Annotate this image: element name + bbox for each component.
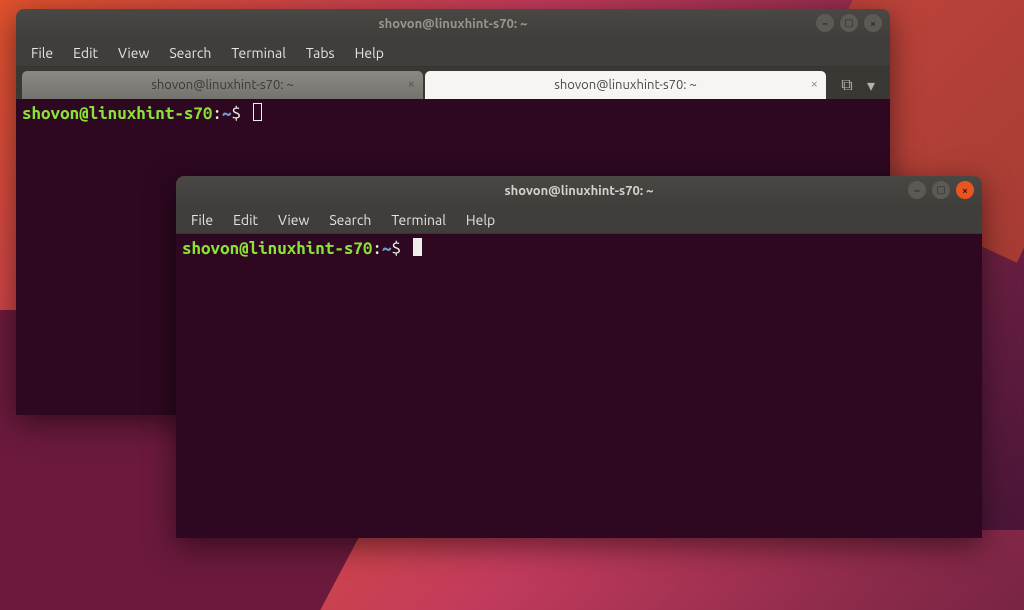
close-icon[interactable]: ×	[408, 77, 415, 91]
menu-tabs[interactable]: Tabs	[297, 41, 344, 65]
prompt-symbol: $	[231, 104, 241, 123]
window-title: shovon@linuxhint-s70: ~	[379, 17, 528, 31]
maximize-button[interactable]: ▢	[840, 14, 858, 32]
menu-help[interactable]: Help	[457, 208, 504, 232]
tab-label: shovon@linuxhint-s70: ~	[151, 78, 294, 92]
new-tab-icon[interactable]: ⧉	[836, 74, 858, 96]
window-controls: – ▢ ×	[908, 181, 974, 199]
menu-file[interactable]: File	[22, 41, 62, 65]
close-button[interactable]: ×	[864, 14, 882, 32]
prompt-symbol: $	[391, 239, 401, 258]
close-button[interactable]: ×	[956, 181, 974, 199]
terminal-viewport[interactable]: shovon@linuxhint-s70:~$	[176, 234, 982, 538]
menu-edit[interactable]: Edit	[224, 208, 267, 232]
minimize-button[interactable]: –	[816, 14, 834, 32]
tab-label: shovon@linuxhint-s70: ~	[554, 78, 697, 92]
cursor-icon	[413, 238, 422, 256]
tab-bar: shovon@linuxhint-s70: ~ × shovon@linuxhi…	[16, 67, 890, 99]
chevron-down-icon[interactable]: ▾	[864, 74, 878, 96]
menu-edit[interactable]: Edit	[64, 41, 107, 65]
menu-file[interactable]: File	[182, 208, 222, 232]
menu-search[interactable]: Search	[320, 208, 380, 232]
window-title: shovon@linuxhint-s70: ~	[505, 184, 654, 198]
menu-search[interactable]: Search	[160, 41, 220, 65]
menubar: File Edit View Search Terminal Tabs Help	[16, 39, 890, 67]
menu-terminal[interactable]: Terminal	[382, 208, 455, 232]
menu-help[interactable]: Help	[346, 41, 393, 65]
titlebar[interactable]: shovon@linuxhint-s70: ~ – ▢ ×	[16, 9, 890, 39]
close-icon[interactable]: ×	[811, 77, 818, 91]
terminal-tab-active[interactable]: shovon@linuxhint-s70: ~ ×	[22, 71, 423, 99]
minimize-button[interactable]: –	[908, 181, 926, 199]
window-controls: – ▢ ×	[816, 14, 882, 32]
titlebar[interactable]: shovon@linuxhint-s70: ~ – ▢ ×	[176, 176, 982, 206]
cursor-icon	[253, 103, 262, 121]
menubar: File Edit View Search Terminal Help	[176, 206, 982, 234]
maximize-button[interactable]: ▢	[932, 181, 950, 199]
menu-view[interactable]: View	[269, 208, 318, 232]
menu-terminal[interactable]: Terminal	[222, 41, 295, 65]
prompt-user-host: shovon@linuxhint-s70	[182, 239, 372, 258]
terminal-window-front: shovon@linuxhint-s70: ~ – ▢ × File Edit …	[176, 176, 982, 538]
menu-view[interactable]: View	[109, 41, 158, 65]
prompt-user-host: shovon@linuxhint-s70	[22, 104, 212, 123]
tab-actions: ⧉ ▾	[828, 74, 884, 99]
terminal-tab-inactive[interactable]: shovon@linuxhint-s70: ~ ×	[425, 71, 826, 99]
